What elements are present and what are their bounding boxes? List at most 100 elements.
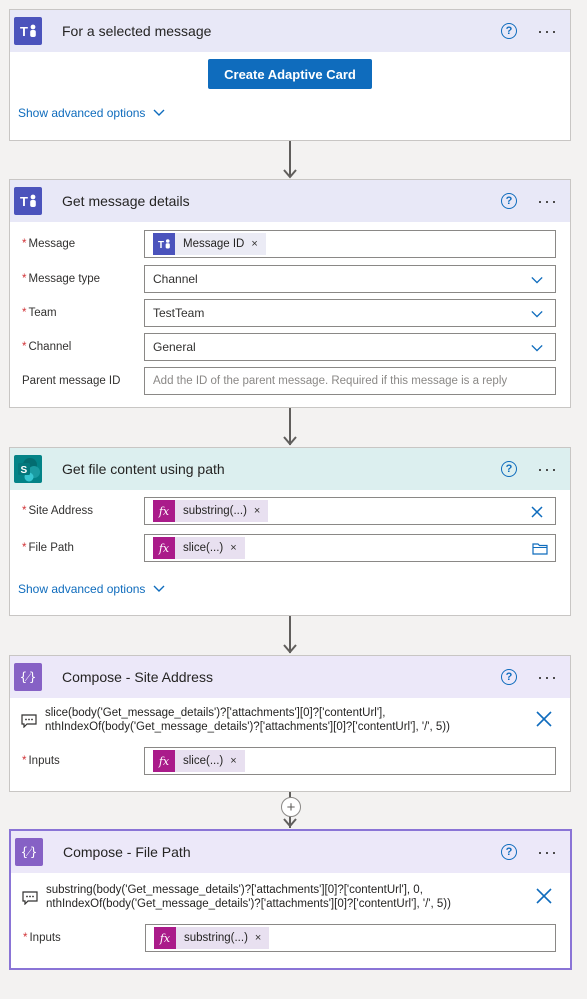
help-icon[interactable]: ? — [501, 669, 518, 685]
team-dropdown[interactable]: TestTeam — [144, 299, 556, 327]
remove-token-icon[interactable]: × — [251, 238, 257, 250]
clear-icon[interactable] — [531, 506, 543, 518]
card-get-file-content: S Get file content using path ? ··· * Sit… — [9, 447, 571, 616]
fx-icon: fx — [153, 750, 175, 772]
card-title: For a selected message — [62, 23, 212, 39]
chevron-down-icon — [153, 585, 165, 592]
show-advanced-options-link[interactable]: Show advanced options — [18, 582, 165, 596]
field-label: * Site Address — [22, 505, 144, 517]
site-address-label: Site Address — [28, 505, 94, 517]
expression-preview: slice(body('Get_message_details')?['atta… — [20, 706, 556, 734]
card-get-message-details: T Get message details ? ··· * Message T M… — [9, 179, 571, 408]
card-header[interactable]: T Get message details ? ··· — [10, 180, 570, 222]
site-address-field[interactable]: fx substring(...) × — [144, 497, 556, 525]
field-row-file-path: * File Path fx slice(...) × — [22, 534, 556, 562]
card-header[interactable]: {⁄} Compose - File Path ? ··· — [11, 831, 570, 873]
remove-token-icon[interactable]: × — [230, 755, 236, 767]
more-icon[interactable]: ··· — [537, 460, 558, 478]
remove-token-icon[interactable]: × — [254, 505, 260, 517]
create-adaptive-card-button[interactable]: Create Adaptive Card — [208, 59, 372, 89]
folder-icon[interactable] — [532, 542, 548, 555]
field-row-channel: * Channel General — [22, 333, 556, 361]
close-icon[interactable] — [534, 710, 554, 728]
expression-token[interactable]: fx slice(...) × — [153, 750, 245, 772]
inputs-field[interactable]: fx substring(...) × — [145, 924, 556, 952]
help-icon[interactable]: ? — [501, 23, 518, 39]
arrow-down-icon — [283, 169, 297, 179]
more-icon[interactable]: ··· — [537, 668, 558, 686]
card-header[interactable]: S Get file content using path ? ··· — [10, 448, 570, 490]
svg-text:S: S — [21, 465, 28, 476]
field-label: * Team — [22, 307, 144, 319]
arrow-down-icon — [283, 818, 297, 828]
more-icon[interactable]: ··· — [537, 192, 558, 210]
expression-text: slice(body('Get_message_details')?['atta… — [45, 706, 534, 734]
field-row-inputs: * Inputs fx substring(...) × — [23, 924, 556, 952]
dropdown-value: General — [153, 340, 196, 354]
fx-icon: fx — [154, 927, 176, 949]
field-label: * Channel — [22, 341, 144, 353]
comment-icon — [22, 891, 38, 905]
chevron-down-icon[interactable] — [531, 308, 543, 320]
field-row-inputs: * Inputs fx slice(...) × — [22, 747, 556, 775]
card-title: Get message details — [62, 193, 190, 209]
help-icon[interactable]: ? — [501, 844, 518, 860]
expression-token[interactable]: fx slice(...) × — [153, 537, 245, 559]
dropdown-value: Channel — [153, 272, 198, 286]
field-row-parent-message-id: Parent message ID Add the ID of the pare… — [22, 367, 556, 395]
required-marker: * — [22, 273, 27, 285]
required-marker: * — [22, 542, 27, 554]
sharepoint-icon: S — [14, 455, 42, 483]
add-step-button[interactable]: + — [281, 797, 301, 817]
parent-message-id-input[interactable]: Add the ID of the parent message. Requir… — [144, 367, 556, 395]
expression-line: substring(body('Get_message_details')?['… — [46, 884, 423, 896]
card-header[interactable]: {⁄} Compose - Site Address ? ··· — [10, 656, 570, 698]
expression-preview: substring(body('Get_message_details')?['… — [21, 883, 556, 911]
comment-icon — [21, 714, 37, 728]
remove-token-icon[interactable]: × — [255, 932, 261, 944]
token-label: Message ID — [183, 238, 245, 250]
more-icon[interactable]: ··· — [537, 22, 558, 40]
message-field[interactable]: T Message ID × — [144, 230, 556, 258]
expression-line: nthIndexOf(body('Get_message_details')?[… — [45, 721, 450, 733]
svg-text:T: T — [20, 194, 28, 209]
expression-token[interactable]: fx substring(...) × — [154, 927, 270, 949]
input-placeholder: Add the ID of the parent message. Requir… — [153, 375, 508, 387]
token-label: substring(...) — [184, 932, 248, 944]
field-row-message-type: * Message type Channel — [22, 265, 556, 293]
svg-text:T: T — [158, 240, 164, 250]
message-type-dropdown[interactable]: Channel — [144, 265, 556, 293]
show-advanced-options-link[interactable]: Show advanced options — [18, 106, 165, 120]
dynamic-content-token[interactable]: T Message ID × — [153, 233, 266, 255]
compose-icon: {⁄} — [14, 663, 42, 691]
field-label: * Inputs — [23, 932, 145, 944]
chevron-down-icon[interactable] — [531, 274, 543, 286]
close-icon[interactable] — [534, 887, 554, 905]
field-row-message: * Message T Message ID × — [22, 230, 556, 258]
file-path-label: File Path — [28, 542, 74, 554]
compose-icon: {⁄} — [15, 838, 43, 866]
help-icon[interactable]: ? — [501, 193, 518, 209]
inputs-field[interactable]: fx slice(...) × — [144, 747, 556, 775]
token-label: slice(...) — [183, 542, 224, 554]
field-label: * Inputs — [22, 755, 144, 767]
card-title: Get file content using path — [62, 461, 225, 477]
advanced-options-label: Show advanced options — [18, 582, 146, 596]
expression-text: substring(body('Get_message_details')?['… — [46, 883, 534, 911]
more-icon[interactable]: ··· — [537, 843, 558, 861]
team-label: Team — [28, 307, 57, 319]
card-header[interactable]: T For a selected message ? ··· — [10, 10, 570, 52]
field-label: * Message type — [22, 273, 144, 285]
remove-token-icon[interactable]: × — [230, 542, 236, 554]
chevron-down-icon[interactable] — [531, 342, 543, 354]
teams-icon: T — [14, 17, 42, 45]
file-path-field[interactable]: fx slice(...) × — [144, 534, 556, 562]
card-compose-file-path: {⁄} Compose - File Path ? ··· substring(… — [9, 829, 572, 970]
channel-dropdown[interactable]: General — [144, 333, 556, 361]
required-marker: * — [22, 755, 27, 767]
inputs-label: Inputs — [29, 932, 61, 944]
dropdown-value: TestTeam — [153, 306, 205, 320]
message-type-label: Message type — [28, 273, 101, 285]
help-icon[interactable]: ? — [501, 461, 518, 477]
expression-token[interactable]: fx substring(...) × — [153, 500, 269, 522]
